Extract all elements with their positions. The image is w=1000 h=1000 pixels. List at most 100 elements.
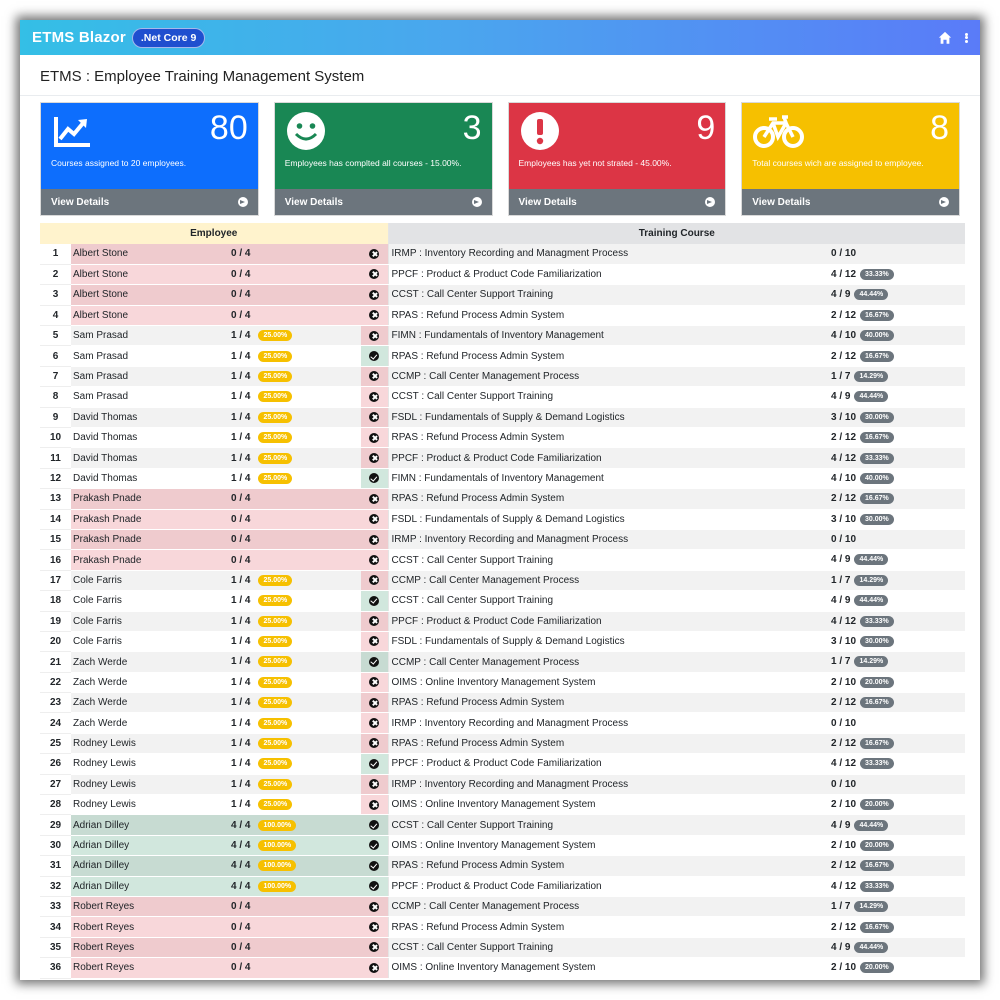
employee-progress-value: 1 / 4 (231, 738, 251, 750)
table-row[interactable]: 6 Sam Prasad 1 / 4 25.00% RPAS : Refund Proc… (40, 345, 965, 367)
table-row[interactable]: 31 Adrian Dilley 4 / 4 100.00% RPAS : Refund… (40, 855, 965, 877)
employee-progress: 0 / 4 (228, 488, 361, 510)
employee-progress-value: 0 / 4 (231, 493, 251, 505)
employee-progress-value: 0 / 4 (231, 309, 251, 321)
brand-title[interactable]: ETMS Blazor (32, 29, 126, 46)
course-progress-value: 3 / 10 (831, 411, 857, 423)
table-row[interactable]: 34 Robert Reyes 0 / 4 RPAS : Refund Process… (40, 916, 965, 938)
course-name: OIMS : Online Inventory Management Syste… (387, 957, 828, 979)
employee-progress-value: 1 / 4 (231, 799, 251, 811)
course-name: PPCF : Product & Product Code Familiariz… (387, 611, 828, 632)
employee-progress: 0 / 4 (228, 916, 361, 938)
table-row[interactable]: 20 Cole Farris 1 / 4 25.00% FSDL : Fundament… (40, 631, 965, 653)
course-percent-badge: 20.00% (860, 676, 894, 688)
course-progress-value: 4 / 9 (831, 942, 851, 954)
table-row[interactable]: 32 Adrian Dilley 4 / 4 100.00% PPCF : Produc… (40, 876, 965, 898)
home-icon[interactable] (938, 31, 952, 45)
row-number: 29 (40, 814, 71, 836)
view-details-button[interactable]: View Details (41, 189, 258, 215)
course-progress: 2 / 12 16.67% (828, 733, 965, 755)
table-row[interactable]: 12 David Thomas 1 / 4 25.00% FIMN : Fundamen… (40, 468, 965, 490)
table-row[interactable]: 17 Cole Farris 1 / 4 25.00% CCMP : Call Cent… (40, 570, 965, 592)
table-row[interactable]: 28 Rodney Lewis 1 / 4 25.00% OIMS : Online I… (40, 794, 965, 816)
employee-progress: 1 / 4 25.00% (228, 794, 361, 816)
table-row[interactable]: 24 Zach Werde 1 / 4 25.00% IRMP : Inventory … (40, 712, 965, 734)
table-row[interactable]: 26 Rodney Lewis 1 / 4 25.00% PPCF : Product … (40, 753, 965, 775)
table-row[interactable]: 4 Albert Stone 0 / 4 RPAS : Refund Process … (40, 305, 965, 327)
course-status-cell (361, 631, 388, 653)
employee-percent-badge: 25.00% (258, 391, 293, 403)
course-progress-value: 3 / 10 (831, 636, 857, 648)
employee-progress: 1 / 4 25.00% (228, 407, 361, 429)
table-row[interactable]: 29 Adrian Dilley 4 / 4 100.00% CCST : Call C… (40, 814, 965, 836)
employee-progress: 0 / 4 (228, 549, 361, 571)
employee-progress: 1 / 4 25.00% (228, 774, 361, 796)
course-progress: 0 / 10 (828, 712, 965, 734)
table-row[interactable]: 21 Zach Werde 1 / 4 25.00% CCMP : Call Cente… (40, 651, 965, 673)
table-body: 1 Albert Stone 0 / 4 IRMP : Inventory Recor… (40, 244, 965, 979)
x-circle-icon (369, 371, 380, 382)
course-percent-badge: 20.00% (860, 839, 894, 851)
table-row[interactable]: 36 Robert Reyes 0 / 4 OIMS : Online Invento… (40, 957, 965, 979)
table-row[interactable]: 15 Prakash Pnade 0 / 4 IRMP : Inventory Rec… (40, 529, 965, 551)
course-status-cell (361, 345, 388, 367)
employee-name: Cole Farris (71, 611, 228, 632)
x-circle-icon (369, 248, 380, 259)
course-status-cell (361, 386, 388, 408)
x-circle-icon (369, 269, 380, 280)
x-circle-icon (369, 432, 380, 443)
employee-progress: 0 / 4 (228, 305, 361, 327)
arrow-right-circle-icon (237, 197, 248, 207)
table-row[interactable]: 9 David Thomas 1 / 4 25.00% FSDL : Fundament… (40, 407, 965, 429)
table-row[interactable]: 11 David Thomas 1 / 4 25.00% PPCF : Product … (40, 447, 965, 469)
table-row[interactable]: 25 Rodney Lewis 1 / 4 25.00% RPAS : Refund P… (40, 733, 965, 755)
card-body: 3 Employees has complted all courses - 1… (274, 103, 492, 189)
table-row[interactable]: 23 Zach Werde 1 / 4 25.00% RPAS : Refund Pro… (40, 692, 965, 714)
employee-progress-value: 4 / 4 (231, 860, 251, 872)
employee-progress-value: 1 / 4 (231, 615, 251, 627)
x-circle-icon (369, 514, 380, 525)
x-circle-icon (369, 799, 380, 810)
row-number: 33 (40, 896, 71, 918)
course-percent-badge: 16.67% (860, 697, 894, 709)
table-row[interactable]: 35 Robert Reyes 0 / 4 CCST : Call Center Su… (40, 937, 965, 959)
table-row[interactable]: 18 Cole Farris 1 / 4 25.00% CCST : Call Cent… (40, 590, 965, 612)
course-progress: 4 / 12 33.33% (828, 264, 965, 286)
table-row[interactable]: 2 Albert Stone 0 / 4 PPCF : Product & Produ… (40, 264, 965, 286)
employee-progress-value: 1 / 4 (231, 473, 251, 485)
table-row[interactable]: 10 David Thomas 1 / 4 25.00% RPAS : Refund P… (40, 427, 965, 449)
table-row[interactable]: 14 Prakash Pnade 0 / 4 FSDL : Fundamentals … (40, 509, 965, 530)
course-name: RPAS : Refund Process Admin System (387, 692, 828, 714)
view-details-button[interactable]: View Details (274, 189, 492, 215)
table-row[interactable]: 22 Zach Werde 1 / 4 25.00% OIMS : Online Inv… (40, 672, 965, 694)
view-details-button[interactable]: View Details (508, 189, 726, 215)
view-details-button[interactable]: View Details (742, 189, 959, 215)
card-total-courses: 8 Total courses wich are assigned to emp… (741, 102, 960, 216)
table-row[interactable]: 3 Albert Stone 0 / 4 CCST : Call Center Sup… (40, 284, 965, 306)
course-status-cell (361, 244, 388, 265)
table-row[interactable]: 5 Sam Prasad 1 / 4 25.00% FIMN : Fundamental… (40, 325, 965, 347)
employee-name: Prakash Pnade (71, 509, 228, 530)
employee-progress: 4 / 4 100.00% (228, 855, 361, 877)
employee-name: David Thomas (71, 427, 228, 449)
employee-progress: 4 / 4 100.00% (228, 835, 361, 857)
table-row[interactable]: 1 Albert Stone 0 / 4 IRMP : Inventory Recor… (40, 244, 965, 265)
employee-name: Robert Reyes (71, 916, 228, 938)
table-row[interactable]: 30 Adrian Dilley 4 / 4 100.00% OIMS : Online… (40, 835, 965, 857)
course-status-cell (361, 488, 388, 510)
table-row[interactable]: 33 Robert Reyes 0 / 4 CCMP : Call Center Ma… (40, 896, 965, 918)
table-row[interactable]: 19 Cole Farris 1 / 4 25.00% PPCF : Product &… (40, 611, 965, 632)
kebab-menu-icon[interactable] (964, 31, 968, 45)
course-status-cell (361, 692, 388, 714)
course-progress-value: 0 / 10 (831, 534, 857, 546)
course-name: CCST : Call Center Support Training (387, 549, 828, 571)
table-row[interactable]: 27 Rodney Lewis 1 / 4 25.00% IRMP : Inventor… (40, 774, 965, 796)
table-row[interactable]: 8 Sam Prasad 1 / 4 25.00% CCST : Call Center… (40, 386, 965, 408)
table-row[interactable]: 16 Prakash Pnade 0 / 4 CCST : Call Center S… (40, 549, 965, 571)
course-percent-badge: 16.67% (860, 309, 894, 321)
employee-percent-badge: 25.00% (258, 595, 293, 607)
card-body: 80 Courses assigned to 20 employees. (41, 103, 258, 189)
table-row[interactable]: 7 Sam Prasad 1 / 4 25.00% CCMP : Call Center… (40, 366, 965, 388)
table-row[interactable]: 13 Prakash Pnade 0 / 4 RPAS : Refund Proces… (40, 488, 965, 510)
employee-progress: 0 / 4 (228, 509, 361, 530)
